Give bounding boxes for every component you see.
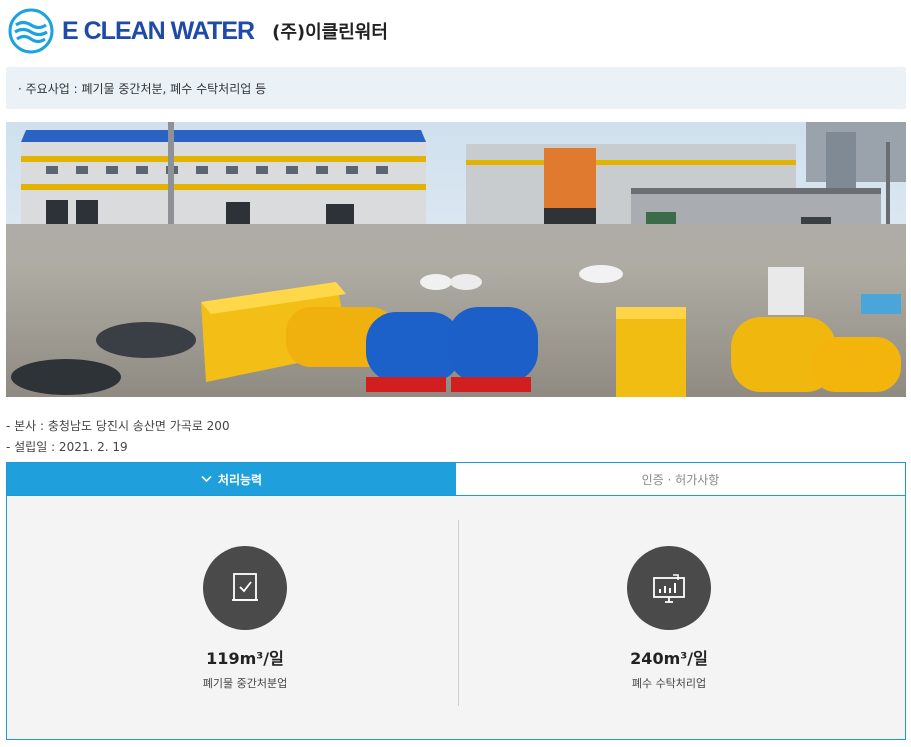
established-date-text: - 설립일 : 2021. 2. 19 bbox=[6, 440, 128, 454]
headquarters-text: - 본사 : 충청남도 당진시 송산면 가곡로 200 bbox=[6, 419, 230, 433]
company-info: - 본사 : 충청남도 당진시 송산면 가곡로 200 - 설립일 : 2021… bbox=[6, 416, 230, 458]
capacity-label: 폐기물 중간처분업 bbox=[202, 677, 288, 690]
brand-name: E CLEAN WATER bbox=[62, 16, 255, 45]
capacity-label: 폐수 수탁처리업 bbox=[631, 677, 707, 690]
capacity-item-wastewater: 240m³/일 폐수 수탁처리업 bbox=[519, 546, 819, 691]
tab-certifications[interactable]: 인증 · 허가사항 bbox=[456, 463, 905, 495]
panel-divider bbox=[458, 520, 459, 706]
capacity-item-waste: 119m³/일 폐기물 중간처분업 bbox=[95, 546, 395, 691]
tab-processing-capacity[interactable]: 처리능력 bbox=[7, 463, 456, 495]
header: E CLEAN WATER (주)이클린워터 bbox=[8, 6, 388, 56]
main-business-box: · 주요사업 : 폐기물 중간처분, 폐수 수탁처리업 등 bbox=[6, 67, 906, 109]
capacity-panel: 119m³/일 폐기물 중간처분업 240m³/일 폐수 수탁처리업 bbox=[6, 496, 906, 740]
main-business-text: · 주요사업 : 폐기물 중간처분, 폐수 수탁처리업 등 bbox=[18, 81, 267, 96]
icon-circle bbox=[203, 546, 287, 630]
document-check-icon bbox=[232, 573, 258, 601]
icon-circle bbox=[627, 546, 711, 630]
facility-photo bbox=[6, 122, 906, 397]
capacity-value: 119m³/일 bbox=[206, 649, 284, 668]
chevron-down-icon bbox=[201, 475, 212, 483]
capacity-tabs: 처리능력 인증 · 허가사항 bbox=[6, 462, 906, 496]
tab-label: 처리능력 bbox=[217, 472, 263, 487]
company-name: (주)이클린워터 bbox=[272, 22, 388, 43]
wave-logo-icon bbox=[8, 8, 54, 54]
tab-label: 인증 · 허가사항 bbox=[641, 472, 720, 487]
capacity-value: 240m³/일 bbox=[630, 649, 708, 668]
monitor-chart-icon bbox=[653, 574, 685, 603]
